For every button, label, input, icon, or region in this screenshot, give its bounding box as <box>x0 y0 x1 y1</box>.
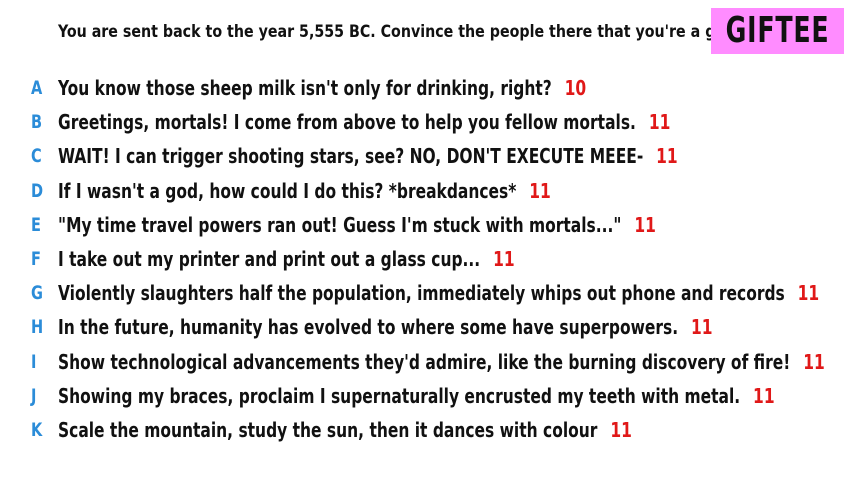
answer-list: A You know those sheep milk isn't only f… <box>0 71 853 447</box>
answer-text: If I wasn't a god, how could I do this? … <box>58 178 517 203</box>
answer-text: Showing my braces, proclaim I supernatur… <box>58 383 741 408</box>
player-name: GIFTEE <box>725 10 830 51</box>
answer-letter: G <box>31 282 43 305</box>
answer-row-e[interactable]: E "My time travel powers ran out! Guess … <box>0 208 853 242</box>
answer-score: 11 <box>753 383 775 408</box>
answer-letter: E <box>31 213 41 236</box>
answer-text: In the future, humanity has evolved to w… <box>58 315 679 340</box>
answer-text: WAIT! I can trigger shooting stars, see?… <box>58 144 644 169</box>
answer-score: 11 <box>610 417 632 442</box>
answer-text: Show technological advancements they'd a… <box>58 349 791 374</box>
answer-letter: K <box>31 418 43 441</box>
answer-score: 11 <box>803 349 825 374</box>
answer-letter: I <box>31 350 37 373</box>
answer-letter: C <box>31 145 42 168</box>
answer-row-a[interactable]: A You know those sheep milk isn't only f… <box>0 71 853 105</box>
answer-text: Violently slaughters half the population… <box>58 281 785 306</box>
answer-score: 11 <box>634 212 656 237</box>
answer-row-i[interactable]: I Show technological advancements they'd… <box>0 345 853 379</box>
answer-score: 11 <box>797 281 820 306</box>
answer-letter: J <box>31 384 37 407</box>
answer-letter: H <box>31 316 44 339</box>
answer-row-g[interactable]: G Violently slaughters half the populati… <box>0 276 853 310</box>
answer-score: 11 <box>493 247 515 272</box>
answer-row-c[interactable]: C WAIT! I can trigger shooting stars, se… <box>0 139 853 173</box>
answer-row-k[interactable]: K Scale the mountain, study the sun, the… <box>0 413 853 447</box>
answer-letter: B <box>31 111 43 134</box>
answer-score: 11 <box>648 110 671 135</box>
answer-text: Scale the mountain, study the sun, then … <box>58 417 598 442</box>
answer-letter: D <box>31 179 44 202</box>
answer-score: 11 <box>656 144 678 169</box>
answer-row-d[interactable]: D If I wasn't a god, how could I do this… <box>0 174 853 208</box>
answer-text: Greetings, mortals! I come from above to… <box>58 110 636 135</box>
player-name-badge: GIFTEE <box>711 8 844 54</box>
answer-row-j[interactable]: J Showing my braces, proclaim I supernat… <box>0 379 853 413</box>
answer-score: 11 <box>691 315 713 340</box>
question-prompt: You are sent back to the year 5,555 BC. … <box>58 22 741 42</box>
answer-text: You know those sheep milk isn't only for… <box>58 76 552 101</box>
answer-score: 11 <box>529 178 551 203</box>
answer-row-b[interactable]: B Greetings, mortals! I come from above … <box>0 105 853 139</box>
answer-row-f[interactable]: F I take out my printer and print out a … <box>0 242 853 276</box>
answer-row-h[interactable]: H In the future, humanity has evolved to… <box>0 310 853 344</box>
answer-letter: F <box>31 248 41 271</box>
answer-text: "My time travel powers ran out! Guess I'… <box>58 212 622 237</box>
answer-letter: A <box>31 77 43 100</box>
answer-text: I take out my printer and print out a gl… <box>58 247 481 272</box>
answer-score: 10 <box>564 76 587 101</box>
